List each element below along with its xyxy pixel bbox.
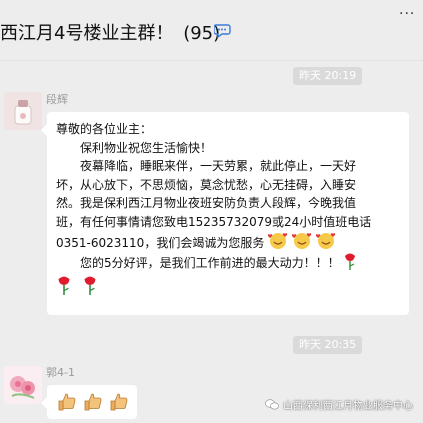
avatar-image bbox=[4, 92, 42, 130]
message-line: 0351-6023110，我们会竭诚为您服务 bbox=[56, 235, 265, 250]
message-line: 您的5分好评，是我们工作前进的最大动力！！！ bbox=[80, 256, 340, 271]
wechat-logo-icon bbox=[265, 399, 279, 410]
message-row: 0351-6023110，我们会竭诚为您服务 bbox=[56, 232, 371, 253]
watermark: 山西保利西江月物业服务中心 bbox=[265, 397, 413, 412]
message-row bbox=[56, 275, 371, 298]
message-time: 昨天 20:19 bbox=[293, 67, 363, 85]
message-time: 昨天 20:35 bbox=[293, 336, 363, 354]
smile-hearts-emoji-icon bbox=[268, 232, 288, 249]
group-name: 西江月4号楼业主群！ bbox=[0, 23, 174, 44]
more-dots-icon[interactable]: ··· bbox=[399, 6, 415, 22]
message-line: 坏，从心放下，不思烦恼，莫念忧愁，心无挂碍，入睡安 bbox=[56, 177, 357, 192]
sender-name: 郭4-1 bbox=[46, 366, 75, 379]
message-line: 尊敬的各位业主： bbox=[56, 122, 153, 136]
message-line: 保利物业祝您生活愉快！ bbox=[80, 140, 213, 155]
message-bubble[interactable]: 尊敬的各位业主： 保利物业祝您生活愉快！ 夜幕降临，睡眠来伴，一天劳累，就此停止… bbox=[41, 112, 409, 315]
speech-bubble-icon bbox=[214, 24, 231, 38]
message-line: 夜幕降临，睡眠来伴，一天劳累，就此停止，一天好 bbox=[80, 159, 357, 174]
rose-icon bbox=[58, 276, 70, 295]
rose-icon bbox=[84, 276, 96, 295]
group-title[interactable]: 西江月4号楼业主群！ (95) bbox=[0, 19, 220, 45]
smile-hearts-emoji-icon bbox=[315, 232, 336, 249]
message-line: 然。我是保利西江月物业夜班安防负责人段辉，今晚我值 bbox=[56, 196, 357, 211]
avatar-image bbox=[4, 366, 42, 404]
thumbs-up-icon bbox=[58, 393, 76, 411]
rose-icon bbox=[345, 253, 356, 271]
avatar[interactable] bbox=[4, 92, 42, 130]
sender-name: 段辉 bbox=[46, 93, 68, 106]
avatar[interactable] bbox=[4, 366, 42, 404]
message-bubble[interactable] bbox=[41, 385, 137, 419]
smile-hearts-emoji-icon bbox=[291, 232, 312, 249]
chat-header: 西江月4号楼业主群！ (95) ··· bbox=[0, 0, 423, 61]
message-line: 班，有任何事情请您致电15235732079或24小时值班电话 bbox=[56, 214, 372, 229]
watermark-text: 山西保利西江月物业服务中心 bbox=[283, 401, 413, 412]
message-row: 您的5分好评，是我们工作前进的最大动力！！！ bbox=[56, 252, 371, 273]
thumbs-up-icon bbox=[110, 393, 128, 411]
thumbs-up-icon bbox=[84, 393, 102, 411]
